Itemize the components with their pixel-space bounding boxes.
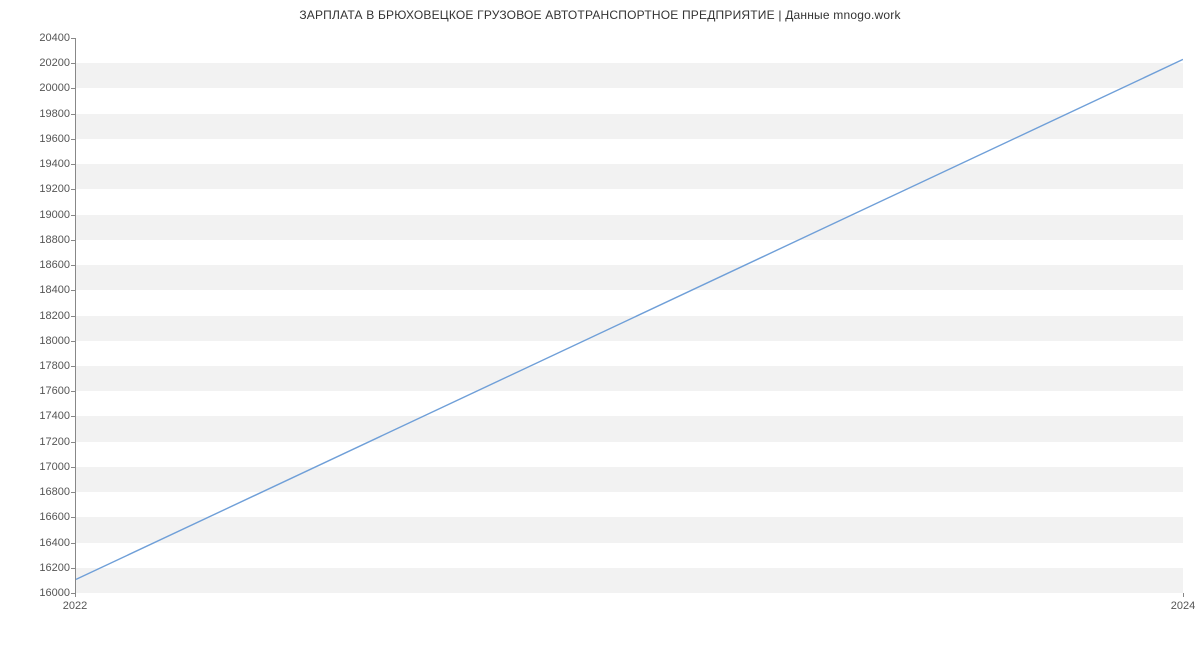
y-tick-label: 17400 xyxy=(10,410,70,422)
y-tick-mark xyxy=(71,215,75,216)
y-tick-label: 18000 xyxy=(10,335,70,347)
y-tick-mark xyxy=(71,543,75,544)
y-tick-mark xyxy=(71,63,75,64)
y-tick-label: 19400 xyxy=(10,158,70,170)
grid-band xyxy=(76,215,1183,240)
y-tick-mark xyxy=(71,38,75,39)
y-tick-mark xyxy=(71,416,75,417)
y-tick-mark xyxy=(71,492,75,493)
grid-band xyxy=(76,316,1183,341)
y-tick-label: 20200 xyxy=(10,57,70,69)
grid-band xyxy=(76,416,1183,441)
y-tick-mark xyxy=(71,114,75,115)
y-tick-mark xyxy=(71,442,75,443)
y-tick-label: 16000 xyxy=(10,587,70,599)
y-tick-mark xyxy=(71,265,75,266)
y-tick-mark xyxy=(71,517,75,518)
grid-band xyxy=(76,467,1183,492)
y-tick-mark xyxy=(71,290,75,291)
y-tick-label: 19800 xyxy=(10,108,70,120)
y-tick-mark xyxy=(71,568,75,569)
y-tick-mark xyxy=(71,139,75,140)
y-tick-label: 16400 xyxy=(10,537,70,549)
y-tick-mark xyxy=(71,88,75,89)
y-tick-mark xyxy=(71,316,75,317)
y-tick-label: 19600 xyxy=(10,133,70,145)
y-tick-label: 19200 xyxy=(10,183,70,195)
y-tick-mark xyxy=(71,240,75,241)
y-tick-label: 17000 xyxy=(10,461,70,473)
y-tick-label: 19000 xyxy=(10,209,70,221)
y-tick-mark xyxy=(71,341,75,342)
plot-area xyxy=(75,38,1183,593)
grid-band xyxy=(76,265,1183,290)
x-tick-mark xyxy=(75,593,76,597)
y-tick-label: 17200 xyxy=(10,436,70,448)
y-tick-label: 16200 xyxy=(10,562,70,574)
grid-band xyxy=(76,517,1183,542)
grid-band xyxy=(76,568,1183,593)
y-tick-label: 17600 xyxy=(10,385,70,397)
x-tick-label: 2022 xyxy=(63,600,87,612)
grid-band xyxy=(76,366,1183,391)
y-tick-mark xyxy=(71,164,75,165)
y-tick-label: 20400 xyxy=(10,32,70,44)
y-tick-label: 18400 xyxy=(10,284,70,296)
y-tick-mark xyxy=(71,189,75,190)
grid-band xyxy=(76,63,1183,88)
x-tick-label: 2024 xyxy=(1171,600,1195,612)
chart-title: ЗАРПЛАТА В БРЮХОВЕЦКОЕ ГРУЗОВОЕ АВТОТРАН… xyxy=(0,0,1200,22)
y-tick-label: 18200 xyxy=(10,310,70,322)
y-tick-label: 18800 xyxy=(10,234,70,246)
grid-band xyxy=(76,114,1183,139)
y-tick-label: 17800 xyxy=(10,360,70,372)
grid-band xyxy=(76,164,1183,189)
y-tick-mark xyxy=(71,366,75,367)
y-tick-label: 20000 xyxy=(10,82,70,94)
y-tick-label: 16600 xyxy=(10,511,70,523)
y-tick-label: 16800 xyxy=(10,486,70,498)
chart-container: ЗАРПЛАТА В БРЮХОВЕЦКОЕ ГРУЗОВОЕ АВТОТРАН… xyxy=(0,0,1200,630)
y-tick-mark xyxy=(71,391,75,392)
x-tick-mark xyxy=(1183,593,1184,597)
y-tick-mark xyxy=(71,467,75,468)
y-tick-label: 18600 xyxy=(10,259,70,271)
